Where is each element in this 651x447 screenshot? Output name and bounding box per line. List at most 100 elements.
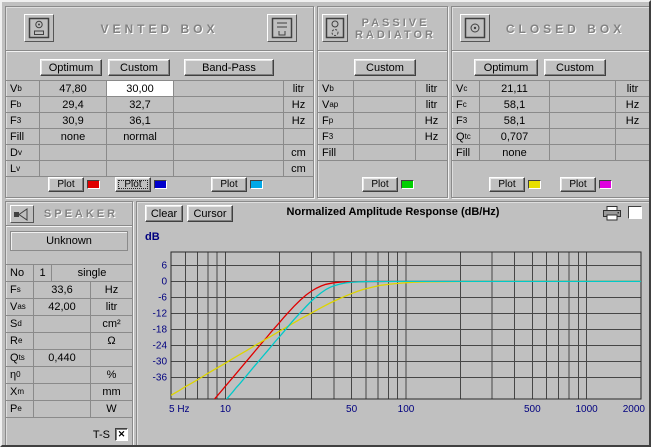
unit-label: %: [91, 367, 132, 384]
speaker-number-cell[interactable]: 1: [34, 265, 52, 282]
value-cell[interactable]: none: [480, 145, 550, 161]
plot-closed-optimum-button[interactable]: Plot: [489, 177, 525, 192]
row-label: Qtc: [452, 129, 480, 145]
passive-radiator-panel: PASSIVE RADIATOR Custom Vb litr Vap litr…: [317, 6, 448, 198]
vented-box-port-icon: [271, 17, 293, 39]
plot-color-swatch: [154, 180, 167, 189]
plot-vented-custom-button[interactable]: Plot: [115, 177, 151, 192]
vented-box-header: VENTED BOX: [6, 7, 313, 51]
vented-box-panel: VENTED BOX Optimum Custom Band-Pass Vb 4…: [5, 6, 314, 198]
value-cell[interactable]: [354, 113, 416, 129]
ts-checkbox[interactable]: ✕: [115, 428, 128, 441]
vented-bandpass-button[interactable]: Band-Pass: [184, 59, 274, 76]
plot-color-swatch: [528, 180, 541, 189]
plot-vented-optimum-button[interactable]: Plot: [48, 177, 84, 192]
value-cell[interactable]: 32,7: [107, 97, 174, 113]
value-cell[interactable]: [550, 81, 616, 97]
value-cell[interactable]: [354, 145, 416, 161]
value-cell[interactable]: [34, 384, 91, 401]
unit-label: W: [91, 401, 132, 418]
vented-box-port-icon-button[interactable]: [267, 14, 297, 42]
closed-box-header: CLOSED BOX: [452, 7, 649, 51]
value-cell[interactable]: 47,80: [40, 81, 107, 97]
value-cell[interactable]: normal: [107, 129, 174, 145]
row-label: Fill: [6, 129, 40, 145]
response-chart[interactable]: 6 0 -6 -12 -18 -24 -30 -36 dB 5 Hz 10 50 100 500 1000 2…: [139, 226, 649, 440]
value-cell[interactable]: [34, 316, 91, 333]
panel-title: CLOSED BOX: [505, 21, 626, 36]
value-cell[interactable]: [34, 401, 91, 418]
value-cell[interactable]: [174, 97, 284, 113]
speaker-name-selector[interactable]: Unknown: [10, 231, 128, 251]
plot-passive-custom-button[interactable]: Plot: [362, 177, 398, 192]
value-cell[interactable]: [34, 333, 91, 350]
chart-background-swatch[interactable]: [628, 206, 642, 219]
closed-optimum-button[interactable]: Optimum: [474, 59, 538, 76]
value-cell[interactable]: 58,1: [480, 113, 550, 129]
value-cell[interactable]: [40, 145, 107, 161]
vented-optimum-button[interactable]: Optimum: [40, 59, 102, 76]
unit-label: [616, 145, 649, 161]
value-cell[interactable]: [354, 81, 416, 97]
row-label: Vas: [6, 299, 34, 316]
speaker-no-row: No 1 single: [6, 264, 132, 282]
value-cell[interactable]: 0,440: [34, 350, 91, 367]
row-label: F3: [318, 129, 354, 145]
value-cell[interactable]: 42,00: [34, 299, 91, 316]
value-cell[interactable]: [174, 129, 284, 145]
value-cell[interactable]: [550, 129, 616, 145]
value-cell[interactable]: 29,4: [40, 97, 107, 113]
plot-color-swatch: [87, 180, 100, 189]
unit-label: litr: [416, 81, 447, 97]
value-cell[interactable]: [354, 129, 416, 145]
value-cell[interactable]: 30,9: [40, 113, 107, 129]
value-cell[interactable]: 21,11: [480, 81, 550, 97]
unit-label: litr: [284, 81, 313, 97]
cursor-button[interactable]: Cursor: [187, 205, 233, 222]
speaker-mode-cell[interactable]: single: [52, 265, 132, 282]
unit-label: litr: [91, 299, 132, 316]
unit-label: mm: [91, 384, 132, 401]
print-button[interactable]: [602, 206, 622, 221]
printer-icon: [603, 206, 621, 221]
row-label: Qts: [6, 350, 34, 367]
value-cell[interactable]: [550, 97, 616, 113]
value-cell[interactable]: [174, 113, 284, 129]
plot-closed-custom-button[interactable]: Plot: [560, 177, 596, 192]
value-cell[interactable]: [107, 145, 174, 161]
unit-label: Hz: [616, 97, 649, 113]
svg-text:-12: -12: [153, 309, 168, 320]
curve-vented-box-optimum: [213, 280, 641, 399]
value-cell[interactable]: [174, 145, 284, 161]
passive-custom-button[interactable]: Custom: [354, 59, 416, 76]
value-cell[interactable]: none: [40, 129, 107, 145]
value-cell[interactable]: 58,1: [480, 97, 550, 113]
panel-title: SPEAKER: [43, 207, 119, 220]
unit-label: Hz: [91, 282, 132, 299]
value-cell[interactable]: [40, 161, 107, 177]
value-cell[interactable]: 0,707: [480, 129, 550, 145]
vented-custom-button[interactable]: Custom: [108, 59, 170, 76]
value-cell[interactable]: [550, 113, 616, 129]
value-cell[interactable]: [354, 97, 416, 113]
value-cell[interactable]: 36,1: [107, 113, 174, 129]
value-cell[interactable]: 30,00: [107, 81, 174, 97]
value-cell[interactable]: [550, 145, 616, 161]
row-label: F3: [6, 113, 40, 129]
value-cell[interactable]: [34, 367, 91, 384]
clear-button[interactable]: Clear: [145, 205, 183, 222]
value-cell[interactable]: [107, 161, 174, 177]
unit-label: cm²: [91, 316, 132, 333]
passive-radiator-icon: [325, 17, 345, 39]
svg-text:-24: -24: [153, 341, 168, 352]
plot-vented-bandpass-button[interactable]: Plot: [211, 177, 247, 192]
svg-text:-36: -36: [153, 373, 168, 384]
unit-label: cm: [284, 145, 313, 161]
row-label: Pe: [6, 401, 34, 418]
value-cell[interactable]: [174, 161, 284, 177]
value-cell[interactable]: 33,6: [34, 282, 91, 299]
chart-panel: Normalized Amplitude Response (dB/Hz) Cl…: [136, 201, 649, 445]
closed-custom-button[interactable]: Custom: [544, 59, 606, 76]
value-cell[interactable]: [174, 81, 284, 97]
row-label: Fb: [6, 97, 40, 113]
